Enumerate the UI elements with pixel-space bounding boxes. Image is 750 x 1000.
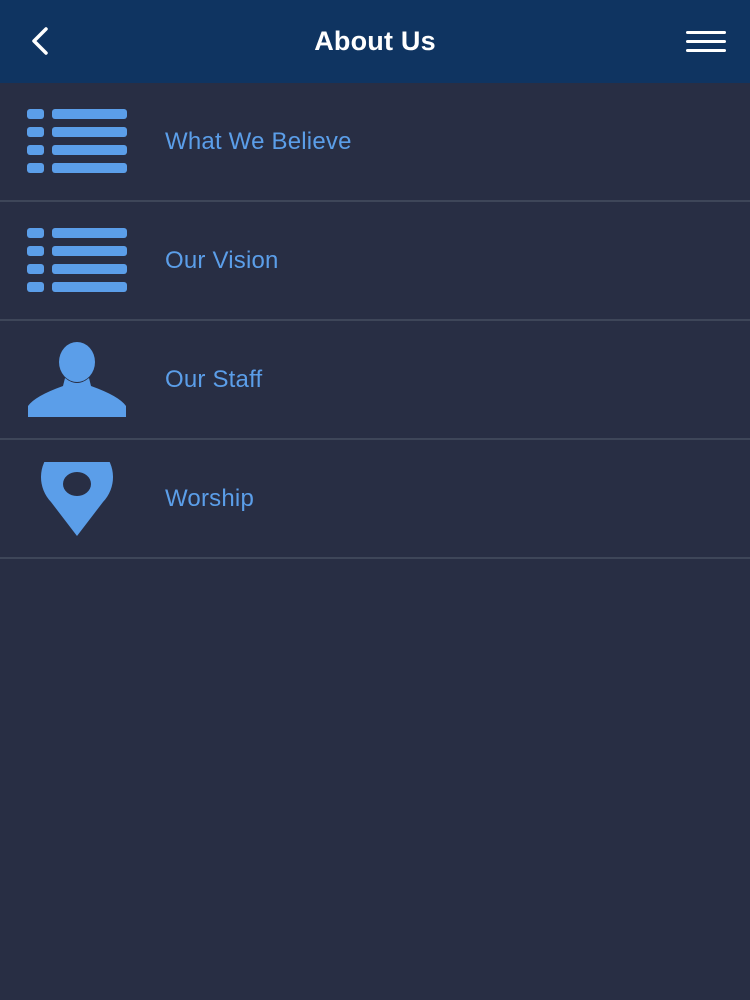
chevron-left-icon <box>32 27 48 55</box>
menu-item-our-staff[interactable]: Our Staff <box>0 321 750 440</box>
list-icon <box>27 106 127 178</box>
menu-item-worship[interactable]: Worship <box>0 440 750 559</box>
about-menu-list: What We Believe Our Vision Our Staff Wor… <box>0 83 750 559</box>
top-bar: About Us <box>0 0 750 83</box>
menu-item-label: What We Believe <box>165 127 352 155</box>
person-icon <box>27 341 127 417</box>
back-button[interactable] <box>20 21 60 61</box>
map-pin-icon <box>27 461 127 536</box>
menu-button[interactable] <box>686 26 726 58</box>
hamburger-menu-icon <box>686 31 726 52</box>
page-title: About Us <box>314 26 436 56</box>
menu-item-our-vision[interactable]: Our Vision <box>0 202 750 321</box>
menu-item-what-we-believe[interactable]: What We Believe <box>0 83 750 202</box>
app-screen: About Us What We Believe Our Vision Our … <box>0 0 750 1000</box>
menu-item-label: Our Staff <box>165 365 263 393</box>
menu-item-label: Our Vision <box>165 246 279 274</box>
menu-item-label: Worship <box>165 484 254 512</box>
list-icon <box>27 225 127 297</box>
